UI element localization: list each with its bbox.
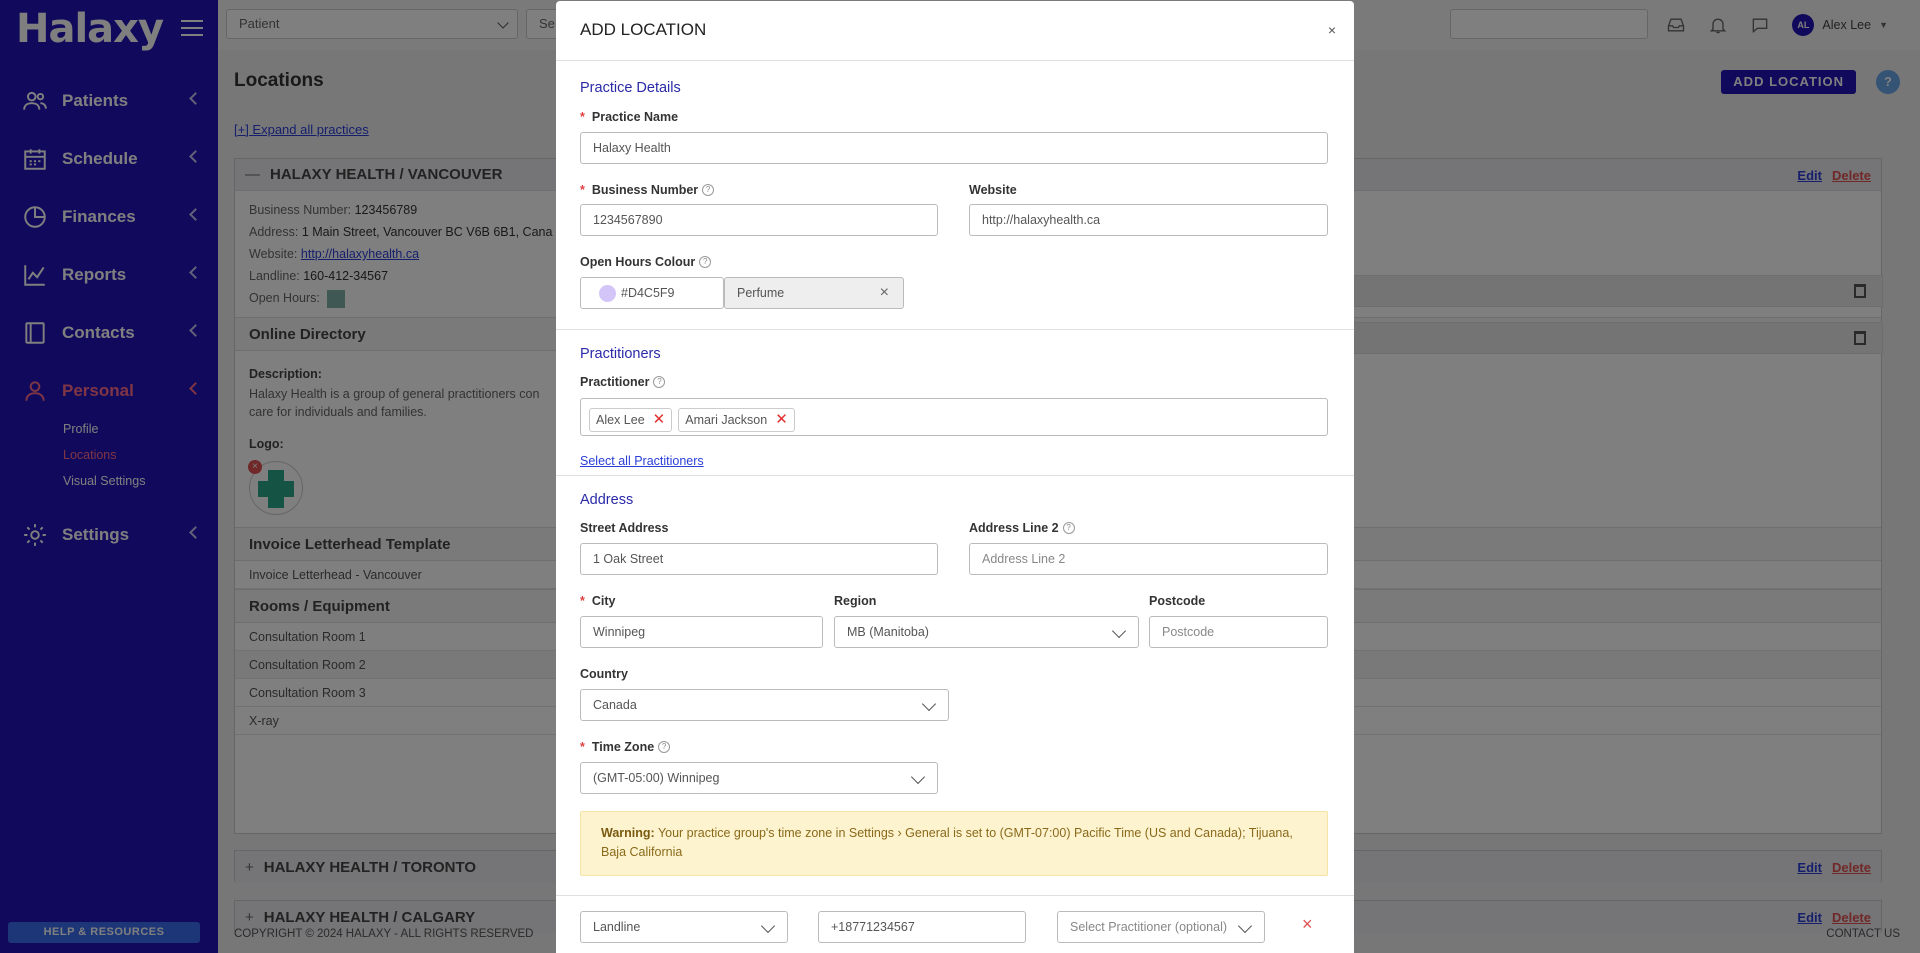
street-address-input[interactable]: 1 Oak Street xyxy=(580,543,938,575)
practitioners-title: Practitioners xyxy=(580,346,661,362)
add-location-modal: ADD LOCATION × Practice Details * Practic… xyxy=(556,1,1354,953)
remove-icon[interactable]: ✕ xyxy=(775,405,788,435)
practitioner-multiselect[interactable]: Alex Lee ✕ Amari Jackson ✕ xyxy=(580,398,1328,436)
practice-name-label: * Practice Name xyxy=(580,110,679,124)
postcode-input[interactable]: Postcode xyxy=(1149,616,1328,648)
colour-hex-input[interactable]: #D4C5F9 xyxy=(580,277,724,309)
remove-phone-icon[interactable]: × xyxy=(1302,914,1313,935)
colour-name-field: Perfume × xyxy=(724,277,904,309)
modal-title: ADD LOCATION xyxy=(580,20,707,39)
help-icon[interactable]: ? xyxy=(702,184,715,196)
phone-type-select[interactable]: Landline xyxy=(580,911,788,943)
business-number-label: * Business Number? xyxy=(580,183,715,197)
open-hours-colour-label: Open Hours Colour? xyxy=(580,255,712,269)
business-number-input[interactable]: 1234567890 xyxy=(580,204,938,236)
street-address-label: Street Address xyxy=(580,521,669,535)
time-zone-select[interactable]: (GMT-05:00) Winnipeg xyxy=(580,762,938,794)
region-select[interactable]: MB (Manitoba) xyxy=(834,616,1139,648)
help-icon[interactable]: ? xyxy=(658,741,671,753)
chevron-down-icon xyxy=(760,918,776,934)
warning-text: Your practice group's time zone in Setti… xyxy=(601,826,1293,859)
practitioner-label: Practitioner? xyxy=(580,375,666,389)
close-icon[interactable]: × xyxy=(1328,1,1336,59)
chevron-down-icon xyxy=(1237,918,1253,934)
timezone-warning: Warning: Your practice group's time zone… xyxy=(580,811,1328,876)
practitioner-chip: Alex Lee ✕ xyxy=(589,405,673,435)
colour-swatch[interactable] xyxy=(599,285,616,302)
address-line2-input[interactable]: Address Line 2 xyxy=(969,543,1328,575)
city-input[interactable]: Winnipeg xyxy=(580,616,823,648)
region-label: Region xyxy=(834,594,877,608)
country-select[interactable]: Canada xyxy=(580,689,949,721)
chevron-down-icon xyxy=(921,696,937,712)
phone-number-input[interactable]: +18771234567 xyxy=(818,911,1026,943)
divider xyxy=(556,329,1354,330)
help-icon[interactable]: ? xyxy=(1062,522,1075,534)
chevron-down-icon xyxy=(1111,623,1127,639)
divider xyxy=(556,475,1354,476)
remove-icon[interactable]: ✕ xyxy=(653,405,666,435)
practice-details-title: Practice Details xyxy=(580,80,681,96)
divider xyxy=(556,895,1354,896)
postcode-label: Postcode xyxy=(1149,594,1206,608)
phone-practitioner-select[interactable]: Select Practitioner (optional) xyxy=(1057,911,1265,943)
city-label: * City xyxy=(580,594,616,608)
clear-icon[interactable]: × xyxy=(880,278,889,308)
address-line2-label: Address Line 2? xyxy=(969,521,1075,535)
help-icon[interactable]: ? xyxy=(699,256,712,268)
practice-name-input[interactable]: Halaxy Health xyxy=(580,132,1328,164)
help-icon[interactable]: ? xyxy=(653,376,666,388)
website-label: Website xyxy=(969,183,1017,197)
practitioner-chip: Amari Jackson ✕ xyxy=(678,408,795,432)
chevron-down-icon xyxy=(910,769,926,785)
country-label: Country xyxy=(580,667,628,681)
website-input[interactable]: http://halaxyhealth.ca xyxy=(969,204,1328,236)
address-title: Address xyxy=(580,492,634,508)
select-all-practitioners-link[interactable]: Select all Practitioners xyxy=(580,454,704,468)
time-zone-label: * Time Zone? xyxy=(580,740,671,754)
modal-header: ADD LOCATION × xyxy=(556,1,1354,61)
warning-label: Warning: xyxy=(601,826,655,840)
